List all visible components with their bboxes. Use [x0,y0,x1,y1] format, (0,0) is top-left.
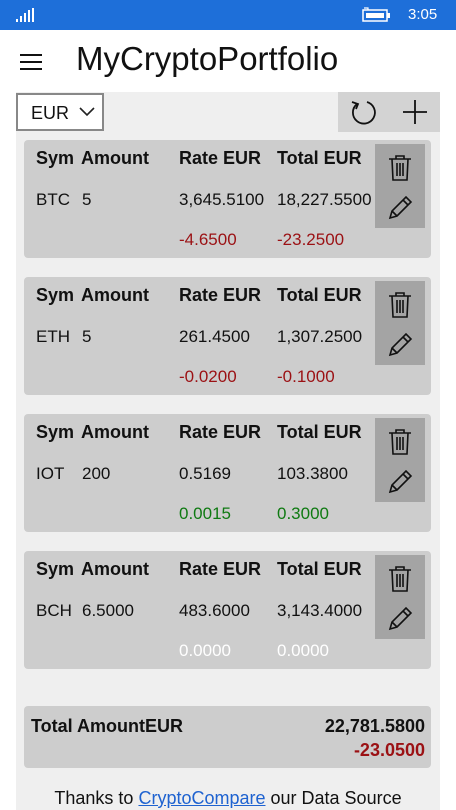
holding-card: Sym Amount Rate EUR Total EUR IOT 200 0.… [24,414,431,532]
column-header-rate: Rate EUR [179,285,262,305]
status-bar: 3:05 [0,0,456,30]
holding-rate-change: -0.0200 [179,367,237,386]
column-header-total: Total EUR [277,285,362,305]
total-change: -23.0500 [353,740,425,760]
footer-prefix: Thanks to [54,788,134,808]
holding-total: 18,227.5500 [277,190,372,209]
trash-icon[interactable] [387,565,413,593]
pencil-icon[interactable] [386,605,414,633]
app-bar: MyCryptoPortfolio [0,30,456,92]
column-header-rate: Rate EUR [179,559,262,579]
holding-amount: 200 [82,464,111,483]
column-header-total: Total EUR [277,422,362,442]
column-header-total: Total EUR [277,559,362,579]
holding-rate: 3,645.5100 [179,190,265,209]
signal-icon [16,8,34,22]
holding-total: 3,143.4000 [277,601,363,620]
holding-symbol: IOT [36,464,65,483]
holding-rate: 261.4500 [179,327,250,346]
status-time: 3:05 [408,6,438,23]
holding-total: 1,307.2500 [277,327,363,346]
trash-icon[interactable] [387,154,413,182]
trash-icon[interactable] [387,291,413,319]
holding-rate-change: 0.0015 [179,504,231,523]
holding-card: Sym Amount Rate EUR Total EUR BTC 5 3,64… [24,140,431,258]
holding-rate-change: 0.0000 [179,641,231,660]
footer-credit: Thanks to CryptoCompare our Data Source [16,788,440,809]
holding-symbol: ETH [36,327,70,346]
chevron-down-icon [79,107,95,117]
plus-icon[interactable] [400,97,430,127]
holding-rate: 0.5169 [179,464,231,483]
toolbar-actions [338,92,440,132]
trash-icon[interactable] [387,428,413,456]
app-title: MyCryptoPortfolio [76,40,339,77]
holding-rate: 483.6000 [179,601,250,620]
pencil-icon[interactable] [386,468,414,496]
holding-symbol: BTC [36,190,70,209]
column-header-amount: Amount [81,422,149,442]
holding-symbol: BCH [36,601,72,620]
cryptocompare-link[interactable]: CryptoCompare [138,788,265,808]
holding-total: 103.3800 [277,464,348,483]
footer-suffix: our Data Source [270,788,402,808]
holding-total-change: 0.3000 [277,504,329,523]
total-amount: 22,781.5800 [324,716,425,736]
holding-actions [375,144,425,228]
refresh-icon[interactable] [348,97,378,127]
total-label: Total AmountEUR [31,716,183,736]
pencil-icon[interactable] [386,194,414,222]
holding-card: Sym Amount Rate EUR Total EUR BCH 6.5000… [24,551,431,669]
holding-actions [375,281,425,365]
holding-actions [375,555,425,639]
holding-amount: 5 [82,327,92,346]
currency-dropdown[interactable]: EUR [16,93,104,131]
holding-amount: 6.5000 [82,601,134,620]
hamburger-icon[interactable] [20,54,42,70]
column-header-sym: Sym [36,148,75,168]
column-header-sym: Sym [36,422,75,442]
battery-charging-icon [362,7,390,22]
holding-card: Sym Amount Rate EUR Total EUR ETH 5 261.… [24,277,431,395]
column-header-amount: Amount [81,559,149,579]
portfolio-panel: EUR Sym Amount Rate EUR Total EUR BTC 5 … [16,92,440,810]
holding-amount: 5 [82,190,92,209]
column-header-rate: Rate EUR [179,422,262,442]
holding-actions [375,418,425,502]
column-header-amount: Amount [81,148,149,168]
holding-total-change: 0.0000 [277,641,329,660]
column-header-sym: Sym [36,285,75,305]
pencil-icon[interactable] [386,331,414,359]
currency-selected-value: EUR [31,103,70,123]
column-header-amount: Amount [81,285,149,305]
holding-total-change: -0.1000 [277,367,335,386]
holding-rate-change: -4.6500 [179,230,237,249]
column-header-rate: Rate EUR [179,148,262,168]
portfolio-total-card: Total AmountEUR 22,781.5800 -23.0500 [24,706,431,768]
column-header-sym: Sym [36,559,75,579]
column-header-total: Total EUR [277,148,362,168]
holding-total-change: -23.2500 [277,230,345,249]
